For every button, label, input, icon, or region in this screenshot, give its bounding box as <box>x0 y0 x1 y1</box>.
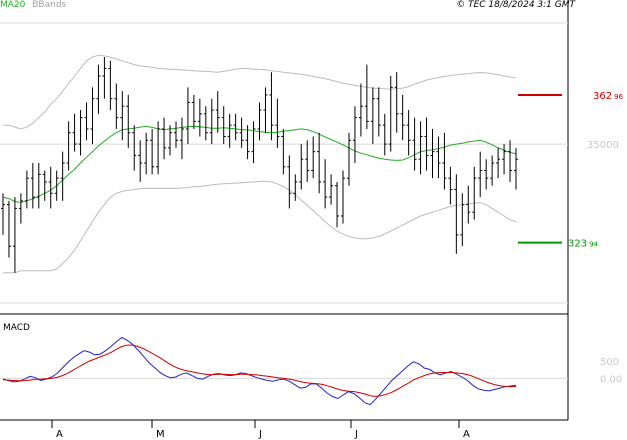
ohlc-bar <box>490 155 495 186</box>
ohlc-bar <box>239 117 244 148</box>
ohlc-bar <box>311 136 316 179</box>
series-bbandlower <box>3 180 517 274</box>
ohlc-bar <box>215 91 220 133</box>
ohlc-bar <box>335 181 340 228</box>
ohlc-bar <box>84 102 89 141</box>
ohlc-bar <box>1 193 5 235</box>
ohlc-bar <box>18 193 23 224</box>
ohlc-bar <box>508 140 513 182</box>
ohlc-bar <box>448 166 453 205</box>
macd-series-macd <box>2 336 517 406</box>
ohlc-bar <box>144 132 149 175</box>
ohlc-bar <box>317 132 322 194</box>
ohlc-bar <box>281 128 286 175</box>
ohlc-bar <box>221 106 226 145</box>
ohlc-bar <box>227 113 232 148</box>
month-label-a: A <box>56 429 63 440</box>
ohlc-bar <box>78 110 83 156</box>
month-label-j: J <box>258 429 262 440</box>
month-label-j: J <box>354 429 358 440</box>
ohlc-bar <box>430 128 435 179</box>
ohlc-bar <box>346 132 351 186</box>
ohlc-bar <box>370 87 375 145</box>
ohlc-bar <box>376 87 381 137</box>
ohlc-bar <box>60 151 65 201</box>
ohlc-bar <box>323 159 328 209</box>
ohlc-bar <box>36 163 41 209</box>
ohlc-bar <box>197 98 202 137</box>
ohlc-bar <box>478 151 483 198</box>
macd-tick-0: 0.00 <box>600 374 622 385</box>
ohlc-bar <box>263 87 268 133</box>
ohlc-bar <box>364 64 369 129</box>
ohlc-bar <box>293 174 298 201</box>
ohlc-bar <box>162 117 167 160</box>
ohlc-bar <box>358 83 363 137</box>
ohlc-bar <box>352 106 357 163</box>
ohlc-bar <box>102 57 107 99</box>
ohlc-bar <box>269 72 274 141</box>
ohlc-bar <box>114 83 119 129</box>
ohlc-bar <box>179 117 184 160</box>
ohlc-bar <box>90 87 95 145</box>
y-tick-35000: 35000 <box>587 140 619 151</box>
ohlc-bar <box>454 174 459 254</box>
ohlc-bar <box>150 128 155 175</box>
ohlc-bar <box>388 75 393 152</box>
ohlc-bar <box>400 94 405 141</box>
ohlc-bar <box>299 144 304 190</box>
ohlc-bar <box>406 110 411 156</box>
macd-tick-500: 500 <box>600 357 619 368</box>
ohlc-bar <box>126 94 131 148</box>
month-label-m: M <box>156 429 165 440</box>
ohlc-bar <box>54 170 59 201</box>
resistance-label: 362 96 <box>593 91 624 102</box>
ohlc-bar <box>120 91 125 141</box>
ohlc-bar <box>185 87 190 145</box>
ohlc-bar <box>329 174 334 205</box>
ohlc-bar <box>275 98 280 148</box>
ohlc-bar <box>66 121 71 171</box>
ohlc-bar <box>12 197 17 273</box>
ohlc-bar <box>203 106 208 141</box>
ohlc-bar <box>108 60 113 111</box>
ohlc-bar <box>496 147 501 179</box>
ohlc-bar <box>287 155 292 209</box>
price-chart: 35000 362 96 323 94 500 0.00 A M J J A <box>0 0 624 440</box>
ohlc-bar <box>257 102 262 141</box>
ohlc-bar <box>96 64 101 114</box>
ohlc-bar <box>418 121 423 175</box>
ohlc-bar <box>24 170 29 209</box>
ohlc-bar <box>233 113 238 141</box>
ohlc-bar <box>394 72 399 133</box>
ohlc-bar <box>30 163 35 209</box>
ohlc-bar <box>132 125 137 171</box>
ohlc-bar <box>514 147 518 190</box>
ohlc-bar <box>251 121 256 163</box>
ohlc-bar <box>460 193 465 247</box>
ohlc-bar <box>156 121 161 175</box>
ohlc-bar <box>168 125 173 156</box>
ohlc-bar <box>341 170 346 224</box>
ohlc-bar <box>502 144 507 175</box>
ohlc-bar <box>72 113 77 152</box>
ohlc-bar <box>305 140 310 182</box>
ohlc-bar <box>42 170 47 201</box>
ohlc-bar <box>48 166 53 209</box>
ohlc-bar <box>209 98 214 145</box>
support-label: 323 94 <box>568 239 599 250</box>
ohlc-bar <box>466 185 471 224</box>
ohlc-bar <box>6 200 11 258</box>
ohlc-bar <box>484 159 489 190</box>
ohlc-bar <box>138 140 143 182</box>
ohlc-bar <box>472 166 477 220</box>
ohlc-bar <box>382 113 387 156</box>
ohlc-bar <box>442 132 447 190</box>
month-label-a: A <box>463 429 470 440</box>
ohlc-bar <box>436 136 441 179</box>
ohlc-bar <box>191 94 196 129</box>
